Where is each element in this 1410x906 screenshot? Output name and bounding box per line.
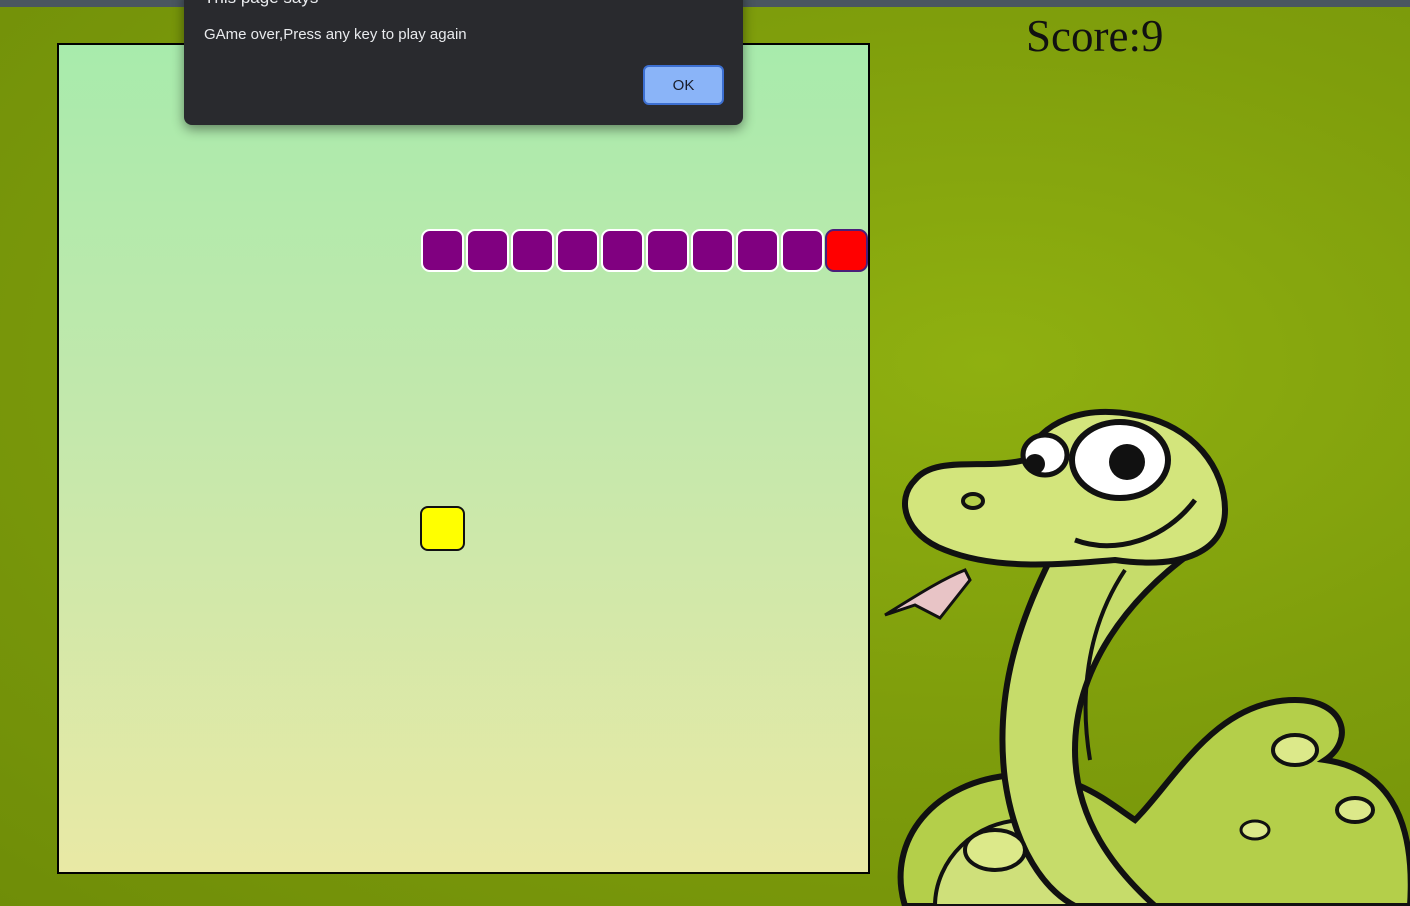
- snake-mascot-illustration: [884, 409, 1410, 906]
- snake-body-segment: [781, 229, 824, 272]
- snake-body-segment: [691, 229, 734, 272]
- snake-body-segment: [646, 229, 689, 272]
- snake-body-segment: [466, 229, 509, 272]
- snake-body-segment: [736, 229, 779, 272]
- game-board: [57, 43, 870, 874]
- snake-body-segment: [421, 229, 464, 272]
- food-item: [420, 506, 465, 551]
- snake-body-segment: [601, 229, 644, 272]
- score-display: Score:9: [1026, 11, 1164, 61]
- snake-body-segment: [556, 229, 599, 272]
- dialog-message: GAme over,Press any key to play again: [204, 26, 467, 43]
- snake-body-segment: [511, 229, 554, 272]
- ok-button[interactable]: OK: [643, 65, 724, 105]
- alert-dialog: This page says GAme over,Press any key t…: [184, 0, 743, 125]
- dialog-title: This page says: [204, 0, 318, 8]
- snake-head: [825, 229, 868, 272]
